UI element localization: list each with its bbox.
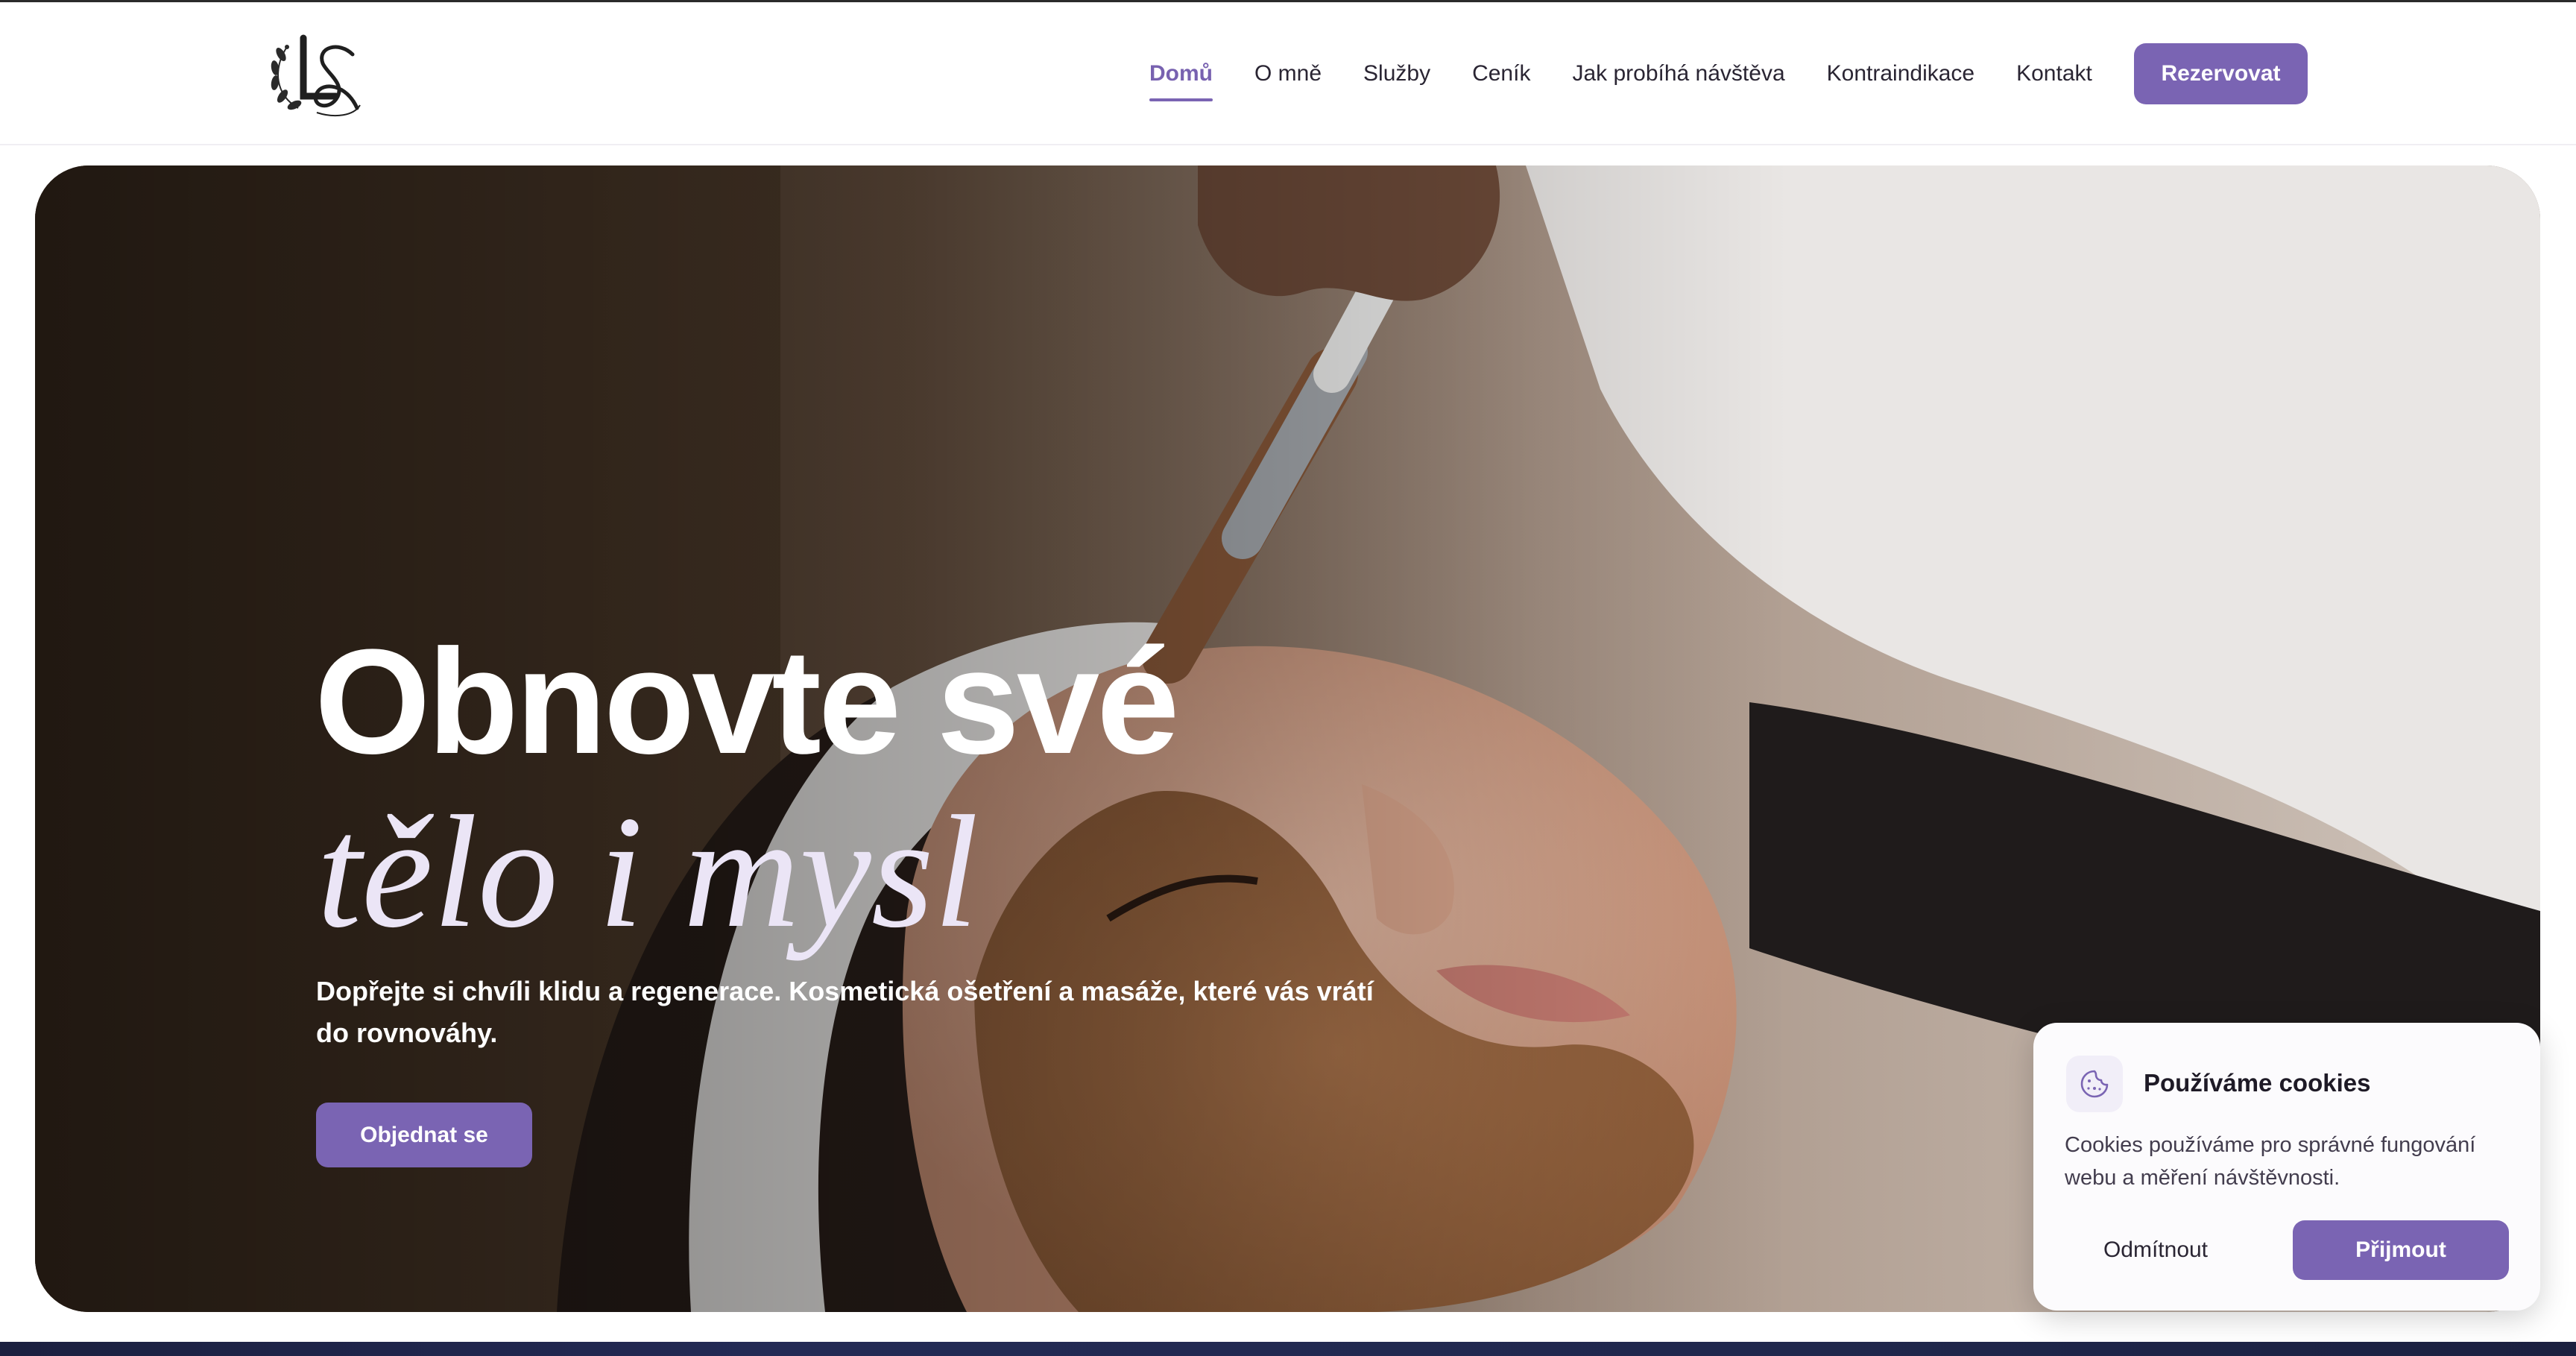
nav-item-o-mne[interactable]: O mně [1254, 63, 1322, 85]
nav-item-sluzby[interactable]: Služby [1363, 63, 1430, 85]
next-section-edge [0, 1342, 2576, 1356]
accept-cookies-button[interactable]: Přijmout [2293, 1220, 2509, 1280]
cookie-description: Cookies používáme pro správné fungování … [2065, 1133, 2476, 1190]
cookie-icon-container [2066, 1056, 2123, 1112]
logo-monogram-icon [271, 34, 361, 117]
cookie-title: Používáme cookies [2144, 1069, 2371, 1097]
reserve-button[interactable]: Rezervovat [2134, 43, 2308, 104]
cookie-banner: Používáme cookies Cookies používáme pro … [2033, 1023, 2540, 1311]
hero-headline-line1: Obnovte své [315, 619, 1179, 785]
nav-item-cenik[interactable]: Ceník [1472, 63, 1530, 85]
page: Domů O mně Služby Ceník Jak probíhá návš… [0, 0, 2576, 1356]
nav-item-kontraindikace[interactable]: Kontraindikace [1827, 63, 1974, 85]
hero-lead-text: Dopřejte si chvíli klidu a regenerace. K… [316, 976, 1374, 1048]
site-header: Domů O mně Služby Ceník Jak probíhá návš… [0, 2, 2576, 145]
nav-item-kontakt[interactable]: Kontakt [2016, 63, 2092, 85]
brand-logo[interactable] [265, 25, 365, 122]
nav-item-domu[interactable]: Domů [1149, 63, 1213, 101]
order-button[interactable]: Objednat se [316, 1103, 532, 1167]
cookie-icon [2080, 1070, 2109, 1098]
hero-headline-line2: tělo i mysl [317, 783, 979, 961]
nav-item-jak-probiha-navsteva[interactable]: Jak probíhá návštěva [1572, 63, 1784, 85]
main-menu: Domů O mně Služby Ceník Jak probíhá návš… [1149, 2, 2092, 145]
decline-cookies-button[interactable]: Odmítnout [2066, 1220, 2245, 1280]
